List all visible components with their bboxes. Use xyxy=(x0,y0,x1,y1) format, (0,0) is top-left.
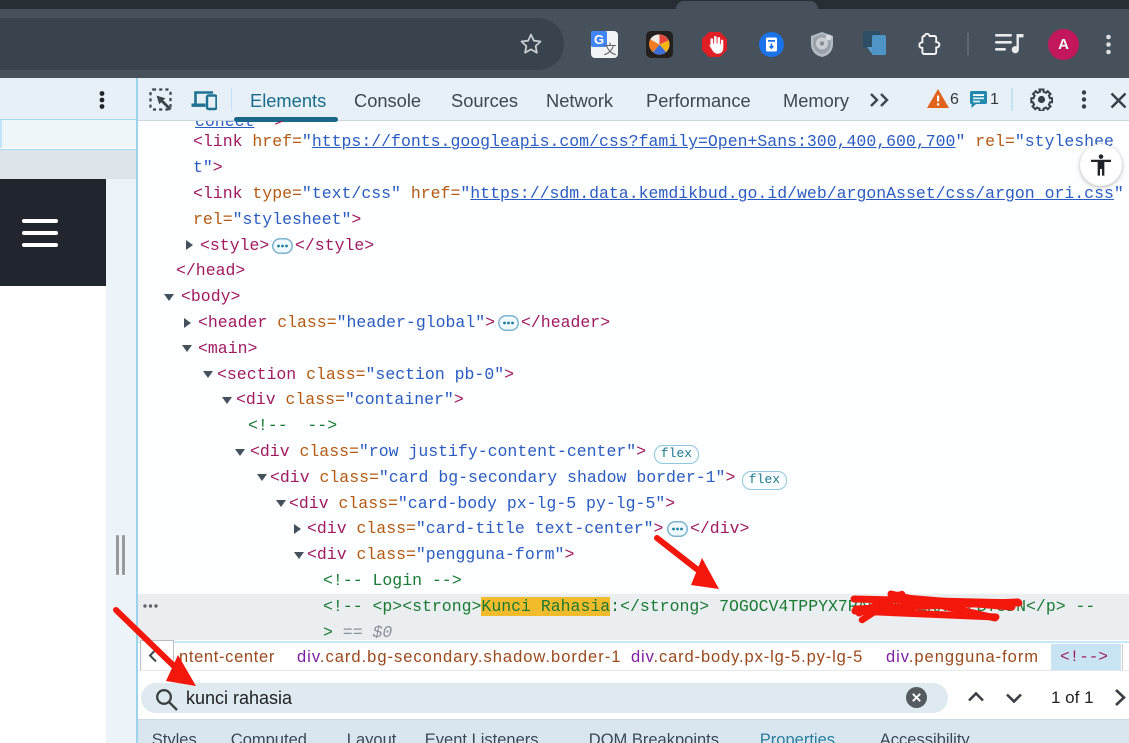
svg-text:文: 文 xyxy=(603,42,616,57)
